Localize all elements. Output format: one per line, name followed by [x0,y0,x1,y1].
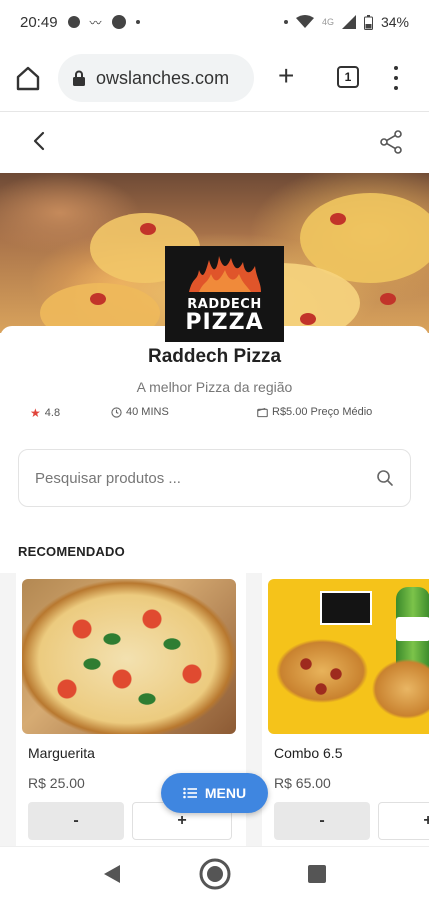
store-name: Raddech Pizza [147,346,282,367]
more-notifications-icon [135,20,140,24]
average-price-value: R$5.00 Preço Médio [272,406,373,418]
status-bar: 20:49 〰 4G 34% [0,0,429,44]
logo-text-bottom: PIZZA [185,310,264,335]
menu-button[interactable]: MENU [161,773,268,813]
status-time: 20:49 [20,13,58,31]
product-name: Combo 6.5 [274,745,343,761]
browser-toolbar: owslanches.com + 1 [0,44,429,112]
product-name: Marguerita [28,745,95,761]
system-navigation-bar [0,846,429,900]
delivery-time-value: 40 MINS [126,406,169,418]
new-tab-button[interactable]: + [278,62,294,90]
address-bar[interactable]: owslanches.com [58,54,254,102]
notification-dot-icon [111,15,126,29]
clock-icon [111,406,122,418]
lock-icon [73,70,85,86]
network-type: 4G [321,17,334,27]
nav-recents-icon[interactable] [308,865,326,883]
cell-signal-icon [341,15,356,29]
decrease-quantity-button[interactable]: - [274,802,370,840]
dot-icon [283,20,288,24]
menu-button-label: MENU [204,785,247,801]
delivery-time: 40 MINS [111,406,169,418]
store-meta: ★ 4.8 40 MINS R$5.00 Preço Médio [0,406,429,422]
product-image [268,579,429,734]
battery-level: 34% [380,14,409,30]
list-icon [183,787,197,799]
back-arrow-icon[interactable] [28,129,52,153]
nav-home-icon[interactable] [198,857,232,891]
tab-switcher-button[interactable]: 1 [337,66,359,88]
wallet-icon [257,407,268,417]
app-header [0,113,429,173]
store-description: A melhor Pizza da região [136,379,293,395]
share-icon[interactable] [378,129,404,155]
search-input[interactable] [35,469,376,487]
store-info-card: Raddech Pizza A melhor Pizza da região ★… [0,326,429,853]
home-icon[interactable] [14,64,42,92]
notification-icon [67,16,80,28]
product-price: R$ 25.00 [28,775,85,791]
product-image [22,579,236,734]
nav-back-icon[interactable] [102,863,122,885]
increase-quantity-button[interactable]: + [378,802,429,840]
flame-icon [189,256,261,292]
url-text: owslanches.com [96,67,230,88]
more-options-button[interactable] [388,66,404,90]
product-price: R$ 65.00 [274,775,331,791]
wifi-icon [295,15,314,28]
rating-value: 4.8 [44,407,61,419]
average-price: R$5.00 Preço Médio [257,406,372,418]
product-card[interactable]: Combo 6.5 R$ 65.00 - + [262,573,429,853]
product-search[interactable] [18,449,411,507]
decrease-quantity-button[interactable]: - [28,802,124,840]
search-icon[interactable] [376,469,394,487]
battery-icon [363,14,373,30]
star-icon: ★ [30,406,41,420]
rating: ★ 4.8 [30,406,60,420]
section-title-recommended: RECOMENDADO [18,544,125,559]
store-logo: RADDECH PIZZA [165,246,284,342]
signal-wave-icon: 〰 [89,15,102,30]
